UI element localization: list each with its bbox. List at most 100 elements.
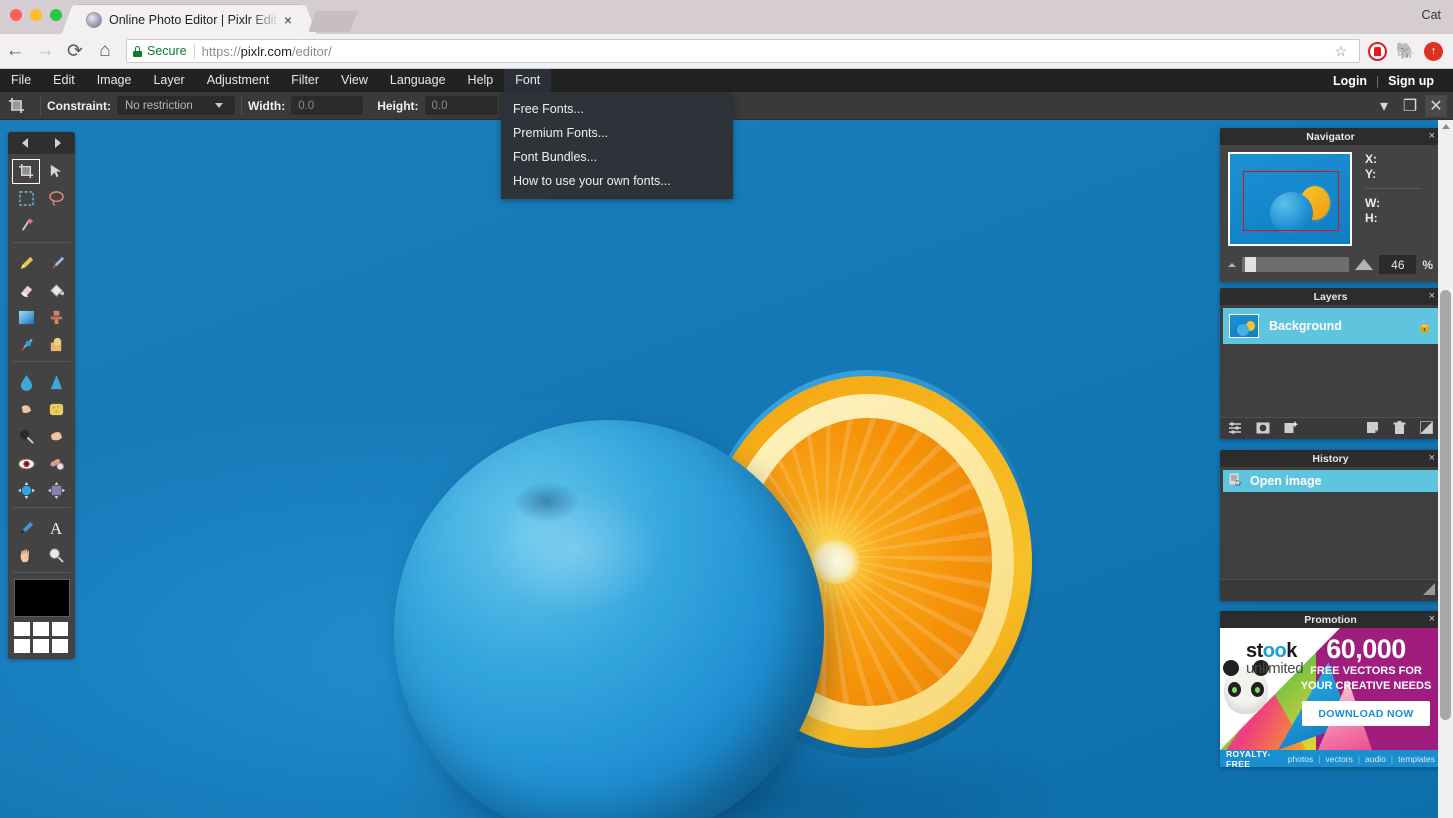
- duplicate-layer-icon[interactable]: [1366, 421, 1379, 436]
- close-icon[interactable]: ×: [1429, 451, 1435, 466]
- adblock-icon[interactable]: [1368, 42, 1387, 61]
- menu-image[interactable]: Image: [86, 69, 143, 92]
- menu-item-premium-fonts[interactable]: Premium Fonts...: [501, 121, 733, 145]
- download-now-button[interactable]: DOWNLOAD NOW: [1302, 701, 1430, 726]
- signup-button[interactable]: Sign up: [1379, 74, 1443, 88]
- layer-row[interactable]: Background 🔒: [1223, 308, 1438, 344]
- zoom-out-icon[interactable]: [1228, 263, 1236, 267]
- lock-icon[interactable]: 🔒: [1417, 319, 1432, 333]
- menu-adjustment[interactable]: Adjustment: [196, 69, 281, 92]
- restore-editor-icon[interactable]: ❐: [1399, 95, 1421, 117]
- color-preset-4[interactable]: [14, 639, 30, 653]
- dodge-tool[interactable]: [11, 423, 41, 450]
- browser-profile-label[interactable]: Cat: [1422, 8, 1441, 22]
- layer-settings-icon[interactable]: [1228, 421, 1242, 437]
- close-icon[interactable]: ×: [1429, 612, 1435, 627]
- navigator-thumbnail[interactable]: [1228, 152, 1352, 246]
- bookmark-star-icon[interactable]: ☆: [1328, 43, 1353, 60]
- minimize-editor-icon[interactable]: ▾: [1373, 95, 1395, 117]
- close-editor-icon[interactable]: ✕: [1425, 95, 1447, 117]
- new-tab-button[interactable]: [308, 11, 358, 32]
- type-tool[interactable]: A: [41, 515, 71, 542]
- prev-tools-arrow[interactable]: [22, 138, 28, 148]
- paint-bucket-tool[interactable]: [41, 277, 71, 304]
- zoom-tool[interactable]: [41, 542, 71, 569]
- color-picker-tool[interactable]: [11, 515, 41, 542]
- back-icon[interactable]: ←: [0, 36, 30, 66]
- gradient-tool[interactable]: [11, 304, 41, 331]
- close-icon[interactable]: ×: [280, 13, 296, 27]
- navigator-viewport-rect[interactable]: [1243, 171, 1339, 231]
- color-preset-6[interactable]: [52, 639, 68, 653]
- scroll-up-icon[interactable]: [1442, 124, 1450, 129]
- resize-grip-icon[interactable]: [1423, 583, 1435, 598]
- promo-link-photos[interactable]: photos: [1288, 754, 1314, 764]
- menu-item-free-fonts[interactable]: Free Fonts...: [501, 97, 733, 121]
- menu-item-own-fonts[interactable]: How to use your own fonts...: [501, 169, 733, 193]
- zoom-slider-handle[interactable]: [1245, 257, 1256, 272]
- drawing-tool[interactable]: [41, 331, 71, 358]
- sponge-tool[interactable]: [41, 396, 71, 423]
- menu-language[interactable]: Language: [379, 69, 457, 92]
- color-replace-tool[interactable]: [11, 331, 41, 358]
- smudge-tool[interactable]: [11, 396, 41, 423]
- foreground-color-swatch[interactable]: [14, 579, 70, 617]
- spot-heal-tool[interactable]: [41, 450, 71, 477]
- reload-icon[interactable]: ⟳: [60, 36, 90, 66]
- sharpen-tool[interactable]: [41, 369, 71, 396]
- navigator-panel-header[interactable]: Navigator ×: [1220, 128, 1441, 145]
- close-window-button[interactable]: [10, 9, 22, 21]
- layers-panel-header[interactable]: Layers ×: [1220, 288, 1441, 305]
- pinch-tool[interactable]: [41, 477, 71, 504]
- menu-view[interactable]: View: [330, 69, 379, 92]
- width-input[interactable]: 0.0: [291, 96, 363, 115]
- scrollbar-thumb[interactable]: [1440, 290, 1451, 720]
- layer-style-icon[interactable]: [1420, 421, 1433, 436]
- lasso-tool[interactable]: [41, 185, 71, 212]
- color-preset-3[interactable]: [52, 622, 68, 636]
- color-preset-1[interactable]: [14, 622, 30, 636]
- burn-tool[interactable]: [41, 423, 71, 450]
- home-icon[interactable]: ⌂: [90, 36, 120, 66]
- evernote-icon[interactable]: 🐘: [1396, 42, 1415, 61]
- menu-layer[interactable]: Layer: [142, 69, 195, 92]
- close-icon[interactable]: ×: [1429, 129, 1435, 144]
- promotion-ad-banner[interactable]: stook unlimited 60,000 FREE VECTORS FOR …: [1220, 628, 1441, 750]
- pencil-tool[interactable]: [11, 250, 41, 277]
- menu-help[interactable]: Help: [457, 69, 505, 92]
- promo-link-vectors[interactable]: vectors: [1325, 754, 1352, 764]
- forward-icon[interactable]: →: [30, 36, 60, 66]
- bloat-tool[interactable]: [11, 477, 41, 504]
- menu-edit[interactable]: Edit: [42, 69, 86, 92]
- red-eye-tool[interactable]: [11, 450, 41, 477]
- history-panel-header[interactable]: History ×: [1220, 450, 1441, 467]
- promo-link-templates[interactable]: templates: [1398, 754, 1435, 764]
- marquee-select-tool[interactable]: [11, 185, 41, 212]
- constraint-select[interactable]: No restriction: [117, 96, 235, 115]
- next-tools-arrow[interactable]: [55, 138, 61, 148]
- page-scrollbar[interactable]: [1438, 120, 1453, 818]
- menu-file[interactable]: File: [0, 69, 42, 92]
- clone-stamp-tool[interactable]: [41, 304, 71, 331]
- menu-item-font-bundles[interactable]: Font Bundles...: [501, 145, 733, 169]
- login-button[interactable]: Login: [1324, 74, 1376, 88]
- menu-filter[interactable]: Filter: [280, 69, 330, 92]
- color-preset-2[interactable]: [33, 622, 49, 636]
- crop-tool[interactable]: [11, 158, 41, 185]
- move-tool[interactable]: [41, 158, 71, 185]
- promo-link-audio[interactable]: audio: [1365, 754, 1386, 764]
- color-preset-5[interactable]: [33, 639, 49, 653]
- wand-select-tool[interactable]: [11, 212, 41, 239]
- zoom-in-icon[interactable]: [1355, 259, 1373, 270]
- hand-tool[interactable]: [11, 542, 41, 569]
- address-bar[interactable]: Secure https://pixlr.com/editor/ ☆: [126, 39, 1360, 63]
- blur-tool[interactable]: [11, 369, 41, 396]
- zoom-value-input[interactable]: 46: [1379, 255, 1416, 274]
- close-icon[interactable]: ×: [1429, 289, 1435, 304]
- browser-tab[interactable]: Online Photo Editor | Pixlr Edit ×: [76, 5, 302, 34]
- upload-icon[interactable]: ↑: [1424, 42, 1443, 61]
- delete-layer-icon[interactable]: [1393, 421, 1406, 437]
- font-menu-dropdown[interactable]: Free Fonts... Premium Fonts... Font Bund…: [501, 92, 733, 199]
- history-row[interactable]: Open image: [1223, 470, 1438, 492]
- maximize-window-button[interactable]: [50, 9, 62, 21]
